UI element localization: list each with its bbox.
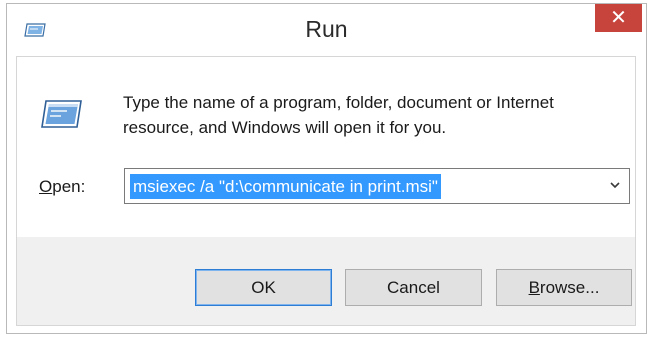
window-title: Run: [305, 16, 348, 42]
open-input-value[interactable]: msiexec /a "d:\communicate in print.msi": [130, 174, 441, 199]
open-label: Open:: [39, 177, 85, 197]
title-bar[interactable]: Run ✕: [7, 4, 646, 56]
close-button[interactable]: ✕: [595, 4, 642, 32]
browse-button-accelerator: B: [528, 277, 540, 297]
open-label-accelerator: O: [39, 177, 53, 196]
dialog-body: Type the name of a program, folder, docu…: [16, 56, 636, 326]
chevron-down-icon[interactable]: [607, 177, 623, 193]
open-label-text: pen:: [52, 177, 86, 196]
cancel-button[interactable]: Cancel: [345, 269, 482, 306]
browse-button-text: rowse...: [539, 277, 600, 297]
browse-button[interactable]: Browse...: [496, 269, 632, 306]
run-dialog: Run ✕ Type the name of a program, folder…: [6, 3, 647, 334]
close-icon: ✕: [610, 7, 627, 29]
ok-button[interactable]: OK: [195, 269, 332, 306]
button-bar: OK Cancel Browse...: [17, 237, 635, 325]
run-icon: [41, 100, 82, 128]
instruction-text: Type the name of a program, folder, docu…: [123, 93, 554, 137]
open-combobox[interactable]: msiexec /a "d:\communicate in print.msi": [124, 168, 630, 204]
